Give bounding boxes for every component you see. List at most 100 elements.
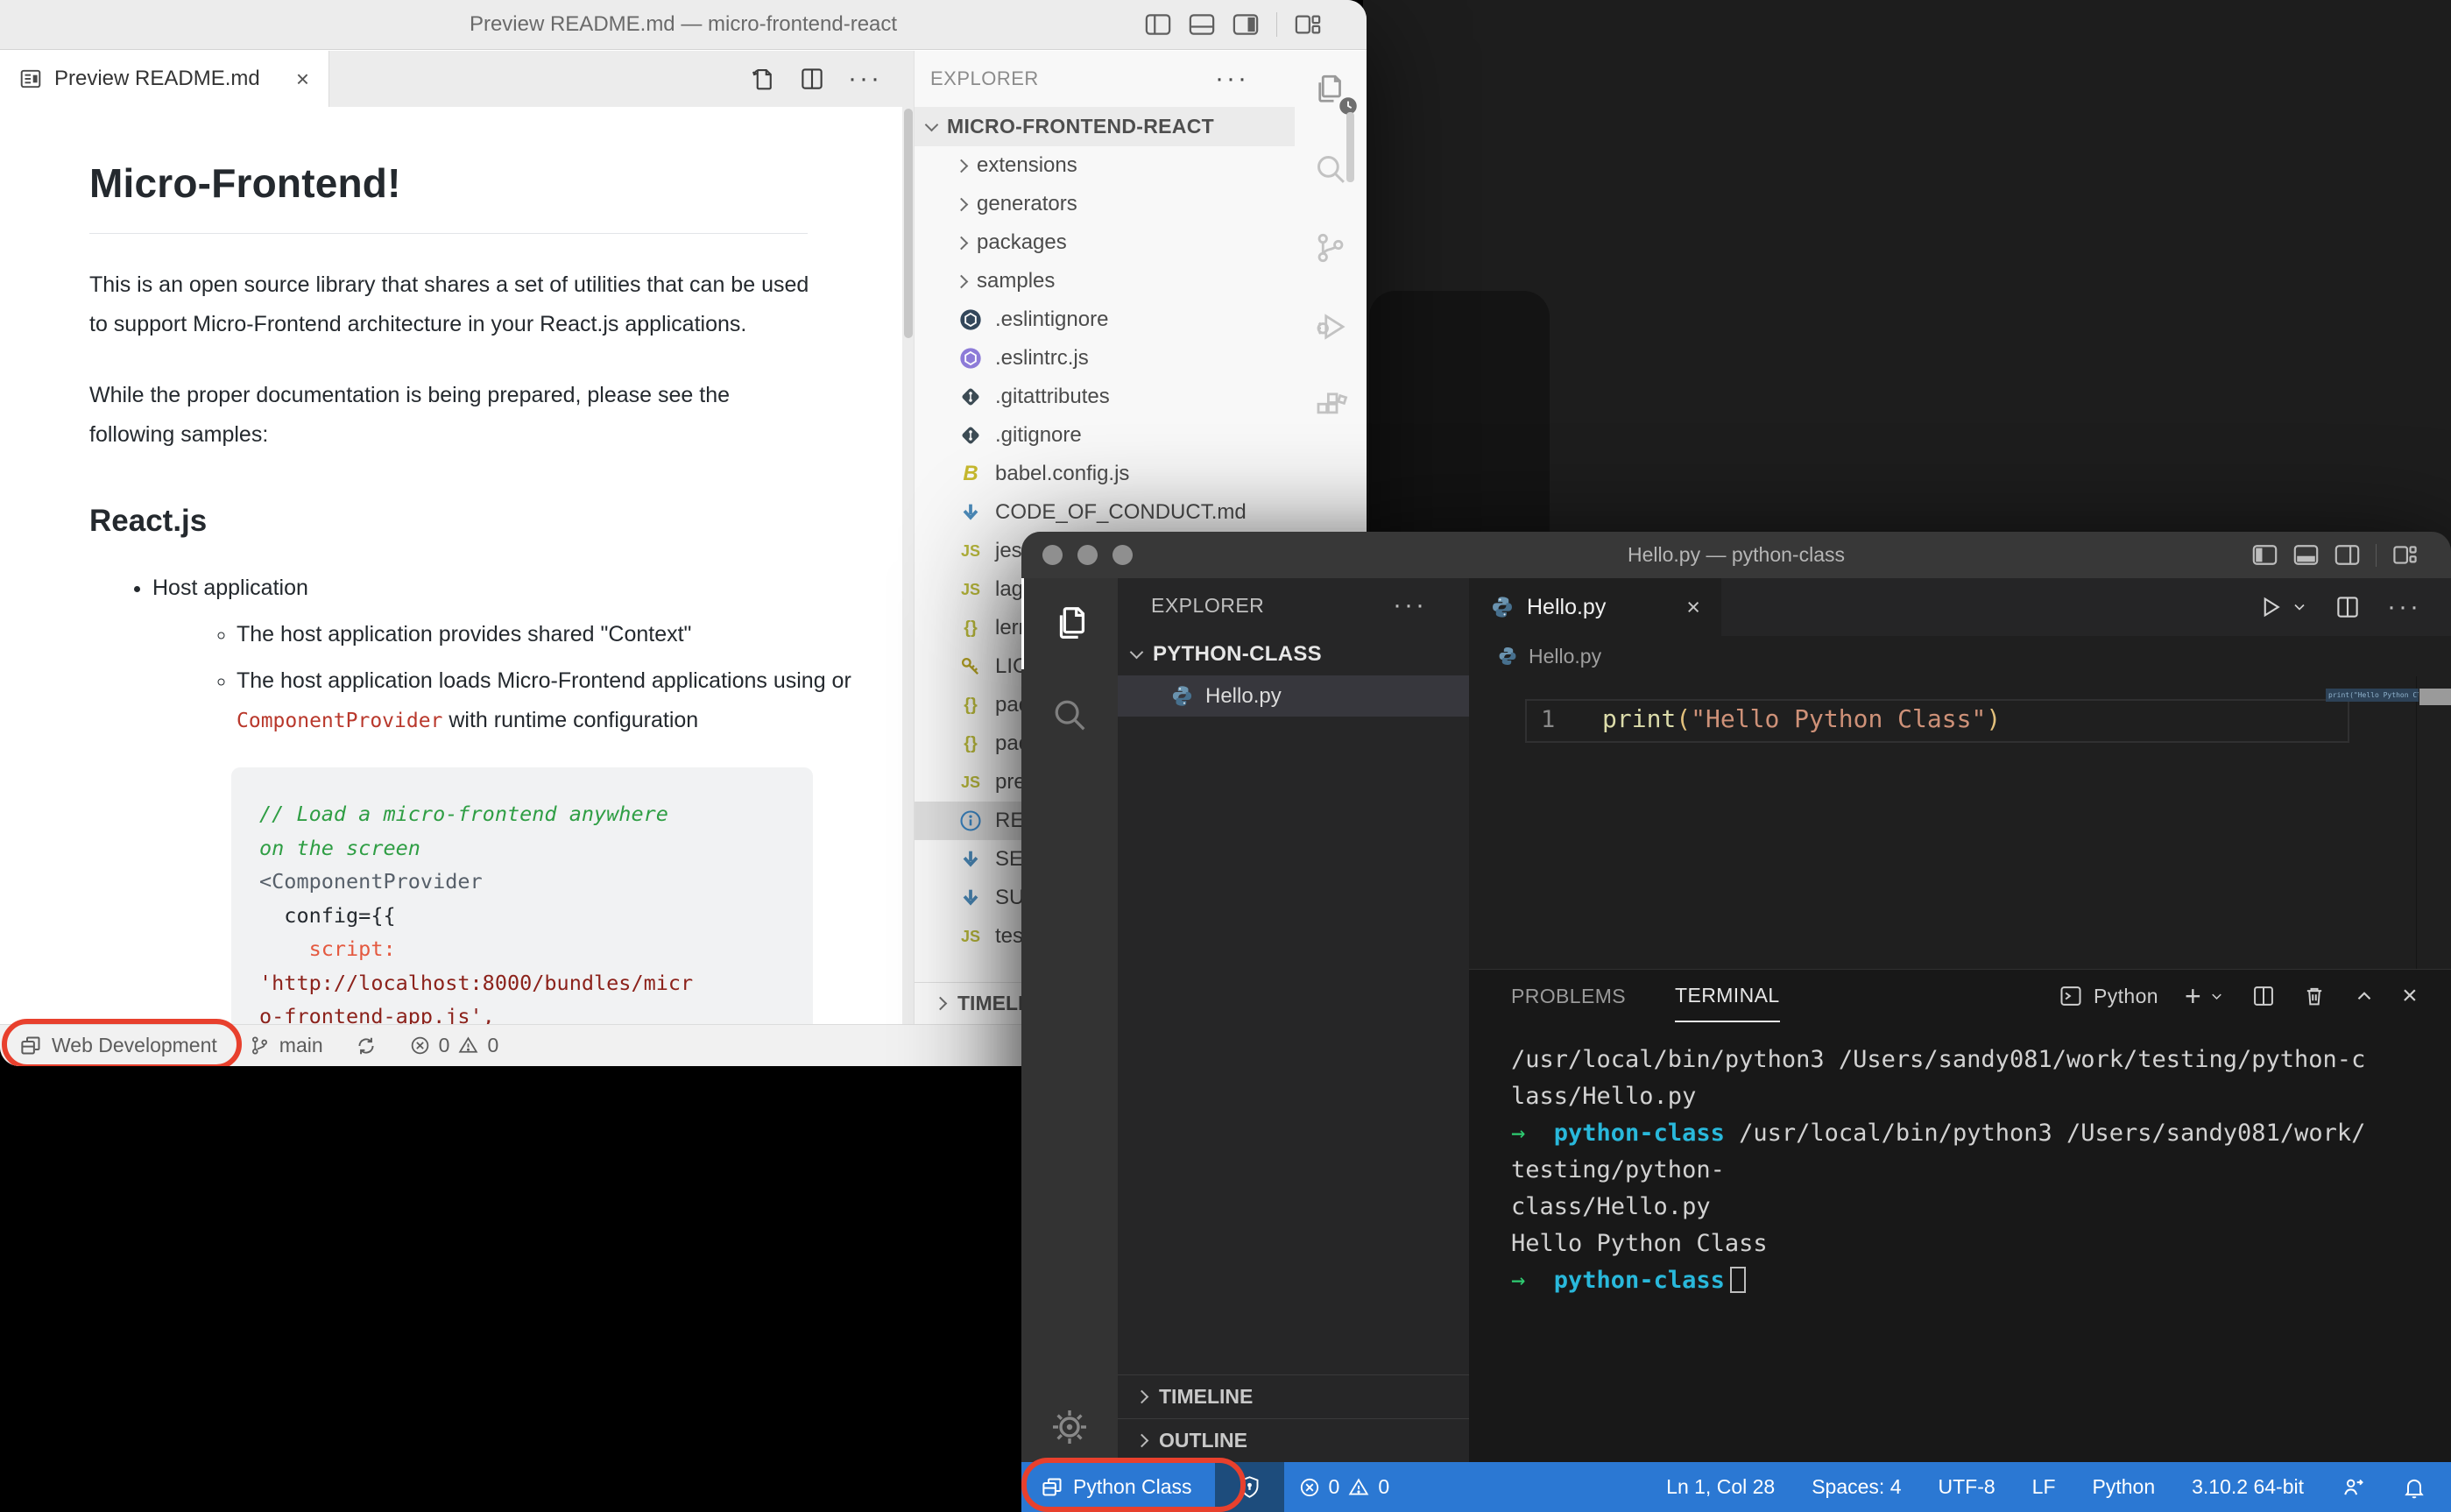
- split-editor-icon[interactable]: [799, 66, 825, 92]
- explorer-more-icon[interactable]: ···: [1215, 66, 1249, 92]
- toggle-sidebar-icon[interactable]: [2252, 544, 2278, 566]
- indentation-item[interactable]: Spaces: 4: [1812, 1475, 1901, 1499]
- toggle-secondary-sidebar-icon[interactable]: [2334, 544, 2360, 566]
- customize-layout-icon[interactable]: [2392, 544, 2418, 566]
- tab-preview-readme[interactable]: Preview README.md ×: [0, 51, 329, 107]
- tab-hello-py[interactable]: Hello.py ×: [1469, 578, 1721, 636]
- run-python-file-button[interactable]: [2257, 594, 2308, 620]
- search-activity-icon[interactable]: [1021, 669, 1118, 760]
- doc-paragraph: This is an open source library that shar…: [89, 272, 809, 336]
- workspace-trust-item[interactable]: [1214, 1462, 1284, 1512]
- customize-layout-icon[interactable]: [1295, 13, 1321, 36]
- markdown-icon: [957, 845, 985, 873]
- more-actions-icon[interactable]: ···: [848, 66, 882, 92]
- explorer-sidebar: EXPLORER ··· PYTHON-CLASS Hello.py TIMEL…: [1118, 578, 1469, 1462]
- doc-heading: Micro-Frontend!: [89, 159, 808, 234]
- breadcrumb[interactable]: Hello.py: [1469, 636, 2451, 676]
- extensions-activity-icon[interactable]: [1295, 366, 1367, 445]
- warning-icon: [1348, 1478, 1369, 1495]
- tree-item-code-of-conduct[interactable]: CODE_OF_CONDUCT.md: [915, 493, 1295, 532]
- sidebar-sections: TIMELINE OUTLINE: [1118, 1374, 1469, 1462]
- sync-status-item[interactable]: [355, 1035, 378, 1057]
- encoding-item[interactable]: UTF-8: [1939, 1475, 1995, 1499]
- explorer-more-icon[interactable]: ···: [1393, 592, 1427, 618]
- cursor-position-item[interactable]: Ln 1, Col 28: [1666, 1475, 1775, 1499]
- titlebar[interactable]: Hello.py — python-class: [1021, 532, 2451, 578]
- close-panel-icon[interactable]: ×: [2402, 981, 2418, 1011]
- python-icon: [1499, 647, 1516, 665]
- chevron-right-icon: [1134, 1389, 1149, 1404]
- problems-status-item[interactable]: 0 0: [409, 1034, 498, 1057]
- zoom-window-icon[interactable]: [1112, 545, 1133, 565]
- run-icon: [2264, 597, 2280, 618]
- tree-item-eslintrc[interactable]: .eslintrc.js: [915, 339, 1295, 378]
- tree-item-babel-config[interactable]: babel.config.js: [915, 455, 1295, 493]
- chevron-right-icon: [954, 159, 969, 173]
- tree-item-samples[interactable]: samples: [915, 262, 1295, 300]
- settings-gear-icon[interactable]: [1021, 1406, 1118, 1448]
- terminal-line: class/Hello.py: [1511, 1193, 1711, 1220]
- js-icon: [957, 537, 985, 565]
- toggle-panel-icon[interactable]: [1189, 13, 1215, 36]
- code-editor[interactable]: 1 print("Hello Python Class") print("Hel…: [1469, 676, 2451, 969]
- tree-item-packages[interactable]: packages: [915, 223, 1295, 262]
- terminal-output[interactable]: /usr/local/bin/python3 /Users/sandy081/w…: [1511, 1042, 2451, 1299]
- toggle-secondary-sidebar-icon[interactable]: [1233, 13, 1259, 36]
- close-tab-icon[interactable]: ×: [1686, 594, 1700, 621]
- outline-section[interactable]: OUTLINE: [1118, 1418, 1469, 1462]
- tree-item-eslintignore[interactable]: .eslintignore: [915, 300, 1295, 339]
- run-debug-activity-icon[interactable]: [1295, 287, 1367, 366]
- editor-actions: ···: [2257, 578, 2421, 636]
- language-mode-item[interactable]: Python: [2093, 1475, 2156, 1499]
- preview-scrollbar[interactable]: [904, 109, 913, 338]
- problems-status-item[interactable]: 0 0: [1284, 1462, 1404, 1512]
- open-source-file-icon[interactable]: [750, 66, 776, 92]
- tab-problems[interactable]: PROBLEMS: [1511, 970, 1626, 1022]
- eol-item[interactable]: LF: [2032, 1475, 2056, 1499]
- sidebar-scrollbar[interactable]: [1346, 112, 1354, 182]
- tree-item-extensions[interactable]: extensions: [915, 146, 1295, 185]
- editor-group: Hello.py × ··· Hello.py 1 print("Hello P…: [1469, 578, 2451, 1462]
- toggle-sidebar-icon[interactable]: [1145, 13, 1171, 36]
- search-activity-icon[interactable]: [1295, 130, 1367, 208]
- tree-root-python-class[interactable]: PYTHON-CLASS: [1118, 632, 1469, 675]
- eslint-icon: [957, 344, 985, 372]
- maximize-panel-icon[interactable]: [2353, 985, 2376, 1007]
- split-editor-icon[interactable]: [2334, 594, 2361, 620]
- feedback-person-icon[interactable]: [2341, 1475, 2365, 1500]
- titlebar[interactable]: Preview README.md — micro-frontend-react: [0, 0, 1367, 50]
- editor-actions: ···: [750, 51, 882, 107]
- timeline-section[interactable]: TIMELINE: [1118, 1374, 1469, 1418]
- branch-status-item[interactable]: main: [249, 1034, 323, 1057]
- tree-root-micro-frontend-react[interactable]: MICRO-FRONTEND-REACT: [915, 107, 1295, 146]
- explorer-activity-icon[interactable]: [1295, 51, 1367, 130]
- tree-item-generators[interactable]: generators: [915, 185, 1295, 223]
- tree-item-hello-py-selected[interactable]: Hello.py: [1118, 675, 1469, 717]
- notifications-bell-icon[interactable]: [2402, 1475, 2426, 1500]
- terminal-icon: [2060, 986, 2081, 1006]
- kill-terminal-trash-icon[interactable]: [2302, 984, 2327, 1008]
- explorer-title: EXPLORER: [1151, 593, 1265, 617]
- more-actions-icon[interactable]: ···: [2387, 594, 2421, 620]
- source-control-activity-icon[interactable]: [1295, 208, 1367, 287]
- tree-item-gitignore[interactable]: .gitignore: [915, 416, 1295, 455]
- window-controls: [1042, 532, 1133, 578]
- close-window-icon[interactable]: [1042, 545, 1063, 565]
- workspace-status-item[interactable]: Web Development: [19, 1034, 217, 1057]
- python-version-item[interactable]: 3.10.2 64-bit: [2192, 1475, 2304, 1499]
- editor-scrollbar[interactable]: [2419, 689, 2451, 705]
- chevron-down-icon: [924, 117, 939, 132]
- minimize-window-icon[interactable]: [1077, 545, 1098, 565]
- explorer-activity-icon[interactable]: [1021, 578, 1118, 669]
- minimap[interactable]: print("Hello Python Class"): [2326, 689, 2419, 702]
- toggle-panel-icon[interactable]: [2293, 544, 2319, 566]
- terminal-profile-item[interactable]: Python: [2059, 984, 2158, 1008]
- python-icon: [1172, 686, 1192, 706]
- chevron-down-icon: [1129, 645, 1144, 660]
- tree-item-gitattributes[interactable]: .gitattributes: [915, 378, 1295, 416]
- new-terminal-button[interactable]: +: [2185, 980, 2225, 1013]
- workspace-status-item[interactable]: Python Class: [1021, 1458, 1246, 1512]
- split-terminal-icon[interactable]: [2251, 984, 2276, 1008]
- tab-terminal[interactable]: TERMINAL: [1675, 970, 1780, 1022]
- close-tab-icon[interactable]: ×: [296, 66, 309, 93]
